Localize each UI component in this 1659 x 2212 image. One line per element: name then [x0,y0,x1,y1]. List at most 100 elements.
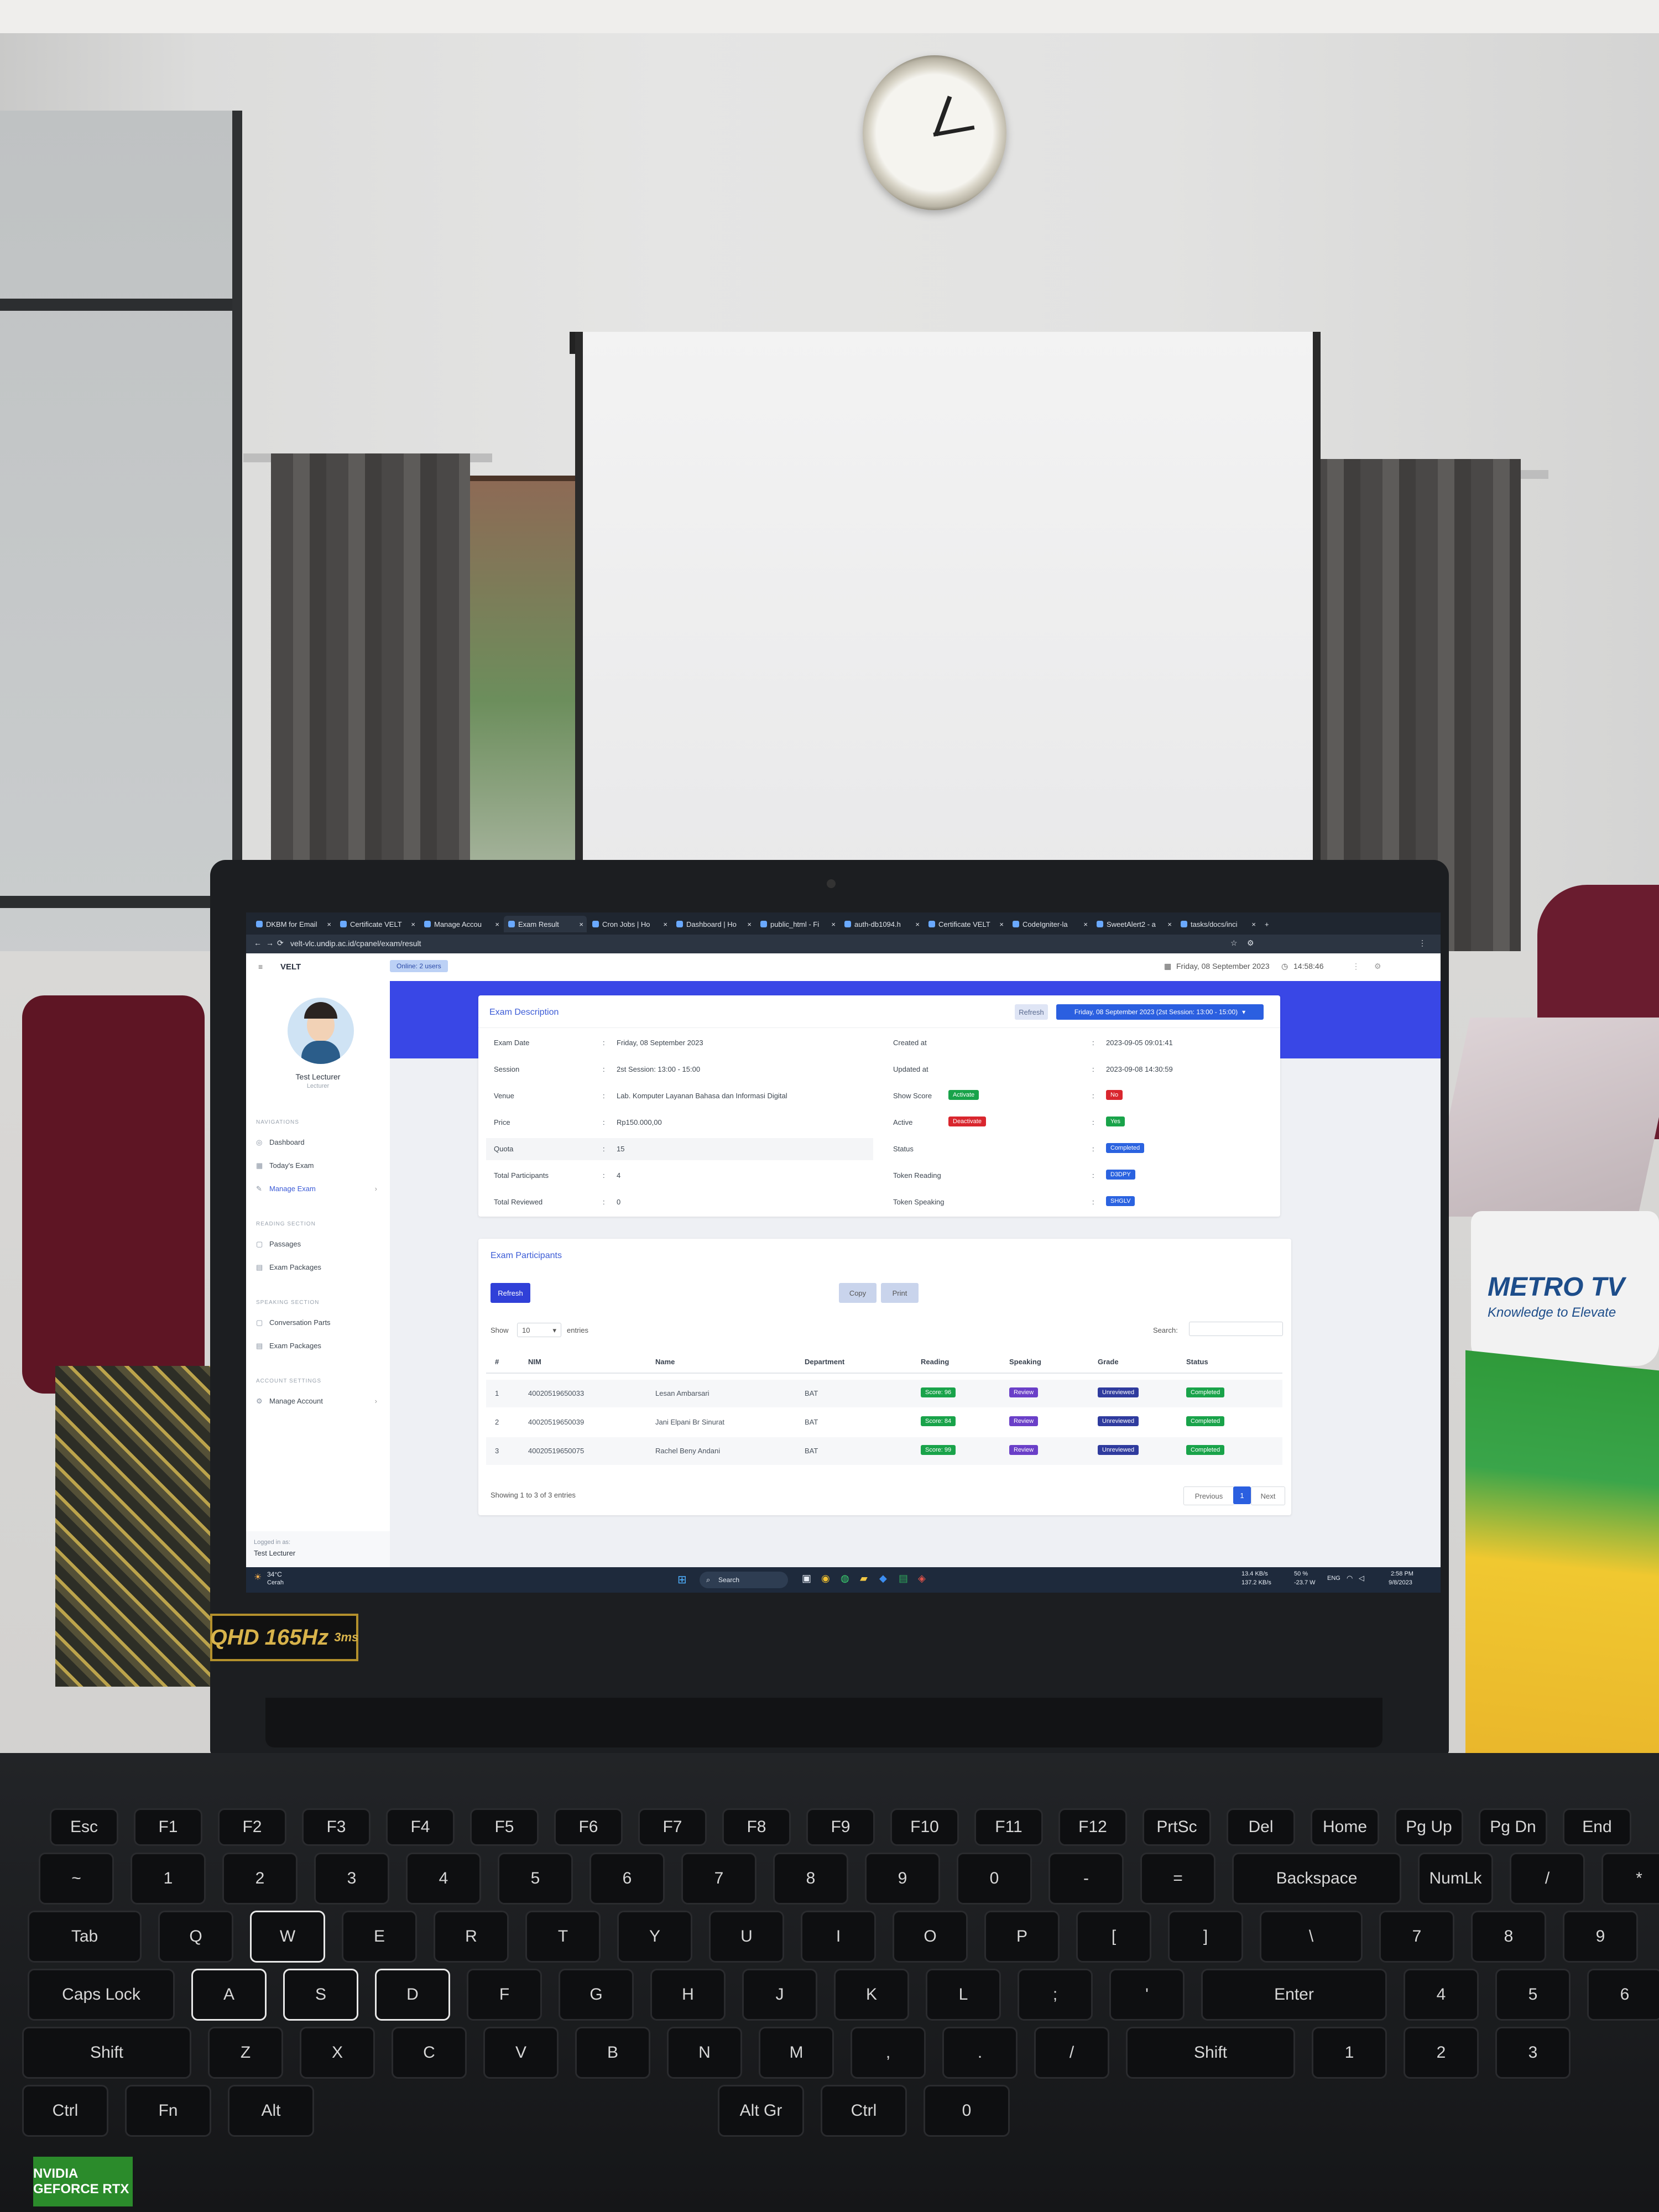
keyboard-key[interactable]: K [834,1969,909,2021]
keyboard-key[interactable]: \ [1260,1911,1363,1963]
excel-icon[interactable]: ▤ [899,1573,908,1584]
column-header[interactable]: Department [805,1358,844,1366]
sidebar-item[interactable]: ▤ Exam Packages [256,1263,380,1277]
next-page-button[interactable]: Next [1251,1486,1285,1505]
user-name[interactable]: Test Lecturer [246,1072,390,1081]
keyboard-key[interactable]: 9 [865,1853,940,1905]
browser-tab[interactable]: Certificate VELT × [924,916,1007,932]
print-button[interactable]: Print [881,1283,919,1303]
back-icon[interactable]: ← [254,938,262,947]
keyboard-key[interactable]: O [893,1911,968,1963]
cell-speaking[interactable]: Review [1009,1387,1039,1397]
keyboard-key[interactable]: - [1048,1853,1124,1905]
keyboard-key[interactable]: F3 [302,1808,371,1846]
keyboard-key[interactable]: Y [617,1911,692,1963]
close-tab-icon[interactable]: × [1083,920,1091,928]
keyboard-key[interactable]: C [392,2027,467,2079]
close-tab-icon[interactable]: × [579,920,587,928]
keyboard-key[interactable]: Home [1311,1808,1379,1846]
column-header[interactable]: Speaking [1009,1358,1041,1366]
reload-icon[interactable]: ⟳ [277,938,284,948]
settings-gear-icon[interactable]: ⚙ [1374,962,1381,971]
keyboard-key[interactable]: Shift [1126,2027,1295,2079]
keyboard-key[interactable]: G [559,1969,634,2021]
extensions-icon[interactable]: ⚙ [1247,938,1254,948]
close-tab-icon[interactable]: × [831,920,839,928]
keyboard-key[interactable]: T [525,1911,601,1963]
cell-speaking[interactable]: Review [1009,1416,1039,1426]
widgets-icon[interactable]: ▣ [802,1573,811,1584]
keyboard-key[interactable]: F1 [134,1808,202,1846]
keyboard-key[interactable]: ' [1109,1969,1185,2021]
close-tab-icon[interactable]: × [411,920,419,928]
close-tab-icon[interactable]: × [915,920,923,928]
copy-button[interactable]: Copy [839,1283,877,1303]
keyboard-key[interactable]: NumLk [1418,1853,1493,1905]
keyboard-key[interactable]: M [759,2027,834,2079]
browser-tab[interactable]: Certificate VELT × [336,916,419,932]
url-text[interactable]: velt-vlc.undip.ac.id/cpanel/exam/result [290,939,421,948]
close-tab-icon[interactable]: × [1251,920,1259,928]
keyboard-key[interactable]: I [801,1911,876,1963]
weather-temp[interactable]: 34°C [267,1571,282,1578]
keyboard-key[interactable]: F12 [1058,1808,1127,1846]
close-tab-icon[interactable]: × [495,920,503,928]
keyboard-key[interactable]: D [375,1969,450,2021]
sidebar-item[interactable]: ▤ Exam Packages [256,1342,380,1356]
close-tab-icon[interactable]: × [1167,920,1175,928]
sidebar-item[interactable]: ▦ Today's Exam [256,1161,380,1176]
keyboard-key[interactable]: S [283,1969,358,2021]
column-header[interactable]: Grade [1098,1358,1119,1366]
keyboard-key[interactable]: P [984,1911,1060,1963]
column-header[interactable]: Name [655,1358,675,1366]
keyboard-key[interactable]: Del [1227,1808,1295,1846]
keyboard-key[interactable]: 5 [1495,1969,1571,2021]
column-header[interactable]: NIM [528,1358,541,1366]
previous-page-button[interactable]: Previous [1183,1486,1234,1505]
keyboard-key[interactable]: H [650,1969,726,2021]
language-indicator[interactable]: ENG [1327,1575,1340,1582]
keyboard-key[interactable]: 6 [1587,1969,1659,2021]
keyboard-key[interactable]: , [851,2027,926,2079]
windows-start-icon[interactable]: ⊞ [677,1573,687,1587]
menu-toggle-icon[interactable]: ≡ [258,962,263,971]
browser-tab[interactable]: DKBM for Email × [252,916,335,932]
browser-tab[interactable]: auth-db1094.h × [840,916,923,932]
keyboard-key[interactable]: 6 [589,1853,665,1905]
keyboard-key[interactable]: F5 [470,1808,539,1846]
keyboard-key[interactable]: 3 [1495,2027,1571,2079]
browser-tab[interactable]: tasks/docs/inci × [1176,916,1259,932]
keyboard-key[interactable]: F7 [638,1808,707,1846]
keyboard-key[interactable]: F2 [218,1808,286,1846]
more-icon[interactable]: ⋮ [1352,962,1360,971]
cell-reading[interactable]: Score: 96 [921,1387,956,1397]
column-header[interactable]: # [495,1358,499,1366]
keyboard-key[interactable]: Fn [125,2085,211,2137]
keyboard-key[interactable]: Tab [28,1911,142,1963]
close-tab-icon[interactable]: × [999,920,1007,928]
keyboard-key[interactable]: Alt Gr [718,2085,804,2137]
keyboard-key[interactable]: Ctrl [22,2085,108,2137]
keyboard-key[interactable]: 1 [131,1853,206,1905]
table-row[interactable] [486,1408,1282,1436]
whatsapp-icon[interactable]: ◍ [841,1573,849,1584]
volume-icon[interactable]: ◁ [1359,1574,1364,1583]
file-explorer-icon[interactable]: ▰ [860,1573,868,1584]
sidebar-item[interactable]: ✎ Manage Exam › [256,1185,380,1199]
keyboard-key[interactable]: F10 [890,1808,959,1846]
new-tab-icon[interactable]: + [1260,916,1277,932]
keyboard-key[interactable]: End [1563,1808,1631,1846]
keyboard-key[interactable]: A [191,1969,267,2021]
keyboard-key[interactable]: E [342,1911,417,1963]
keyboard-key[interactable]: 8 [773,1853,848,1905]
sidebar-item[interactable]: ◎ Dashboard [256,1138,380,1152]
column-header[interactable]: Reading [921,1358,949,1366]
keyboard-key[interactable]: [ [1076,1911,1151,1963]
page-1-button[interactable]: 1 [1233,1486,1251,1504]
close-tab-icon[interactable]: × [663,920,671,928]
browser-tab[interactable]: Cron Jobs | Ho × [588,916,671,932]
sidebar-item[interactable]: ▢ Passages [256,1240,380,1254]
table-row[interactable] [486,1380,1282,1407]
keyboard-key[interactable]: F9 [806,1808,875,1846]
keyboard-key[interactable]: / [1034,2027,1109,2079]
